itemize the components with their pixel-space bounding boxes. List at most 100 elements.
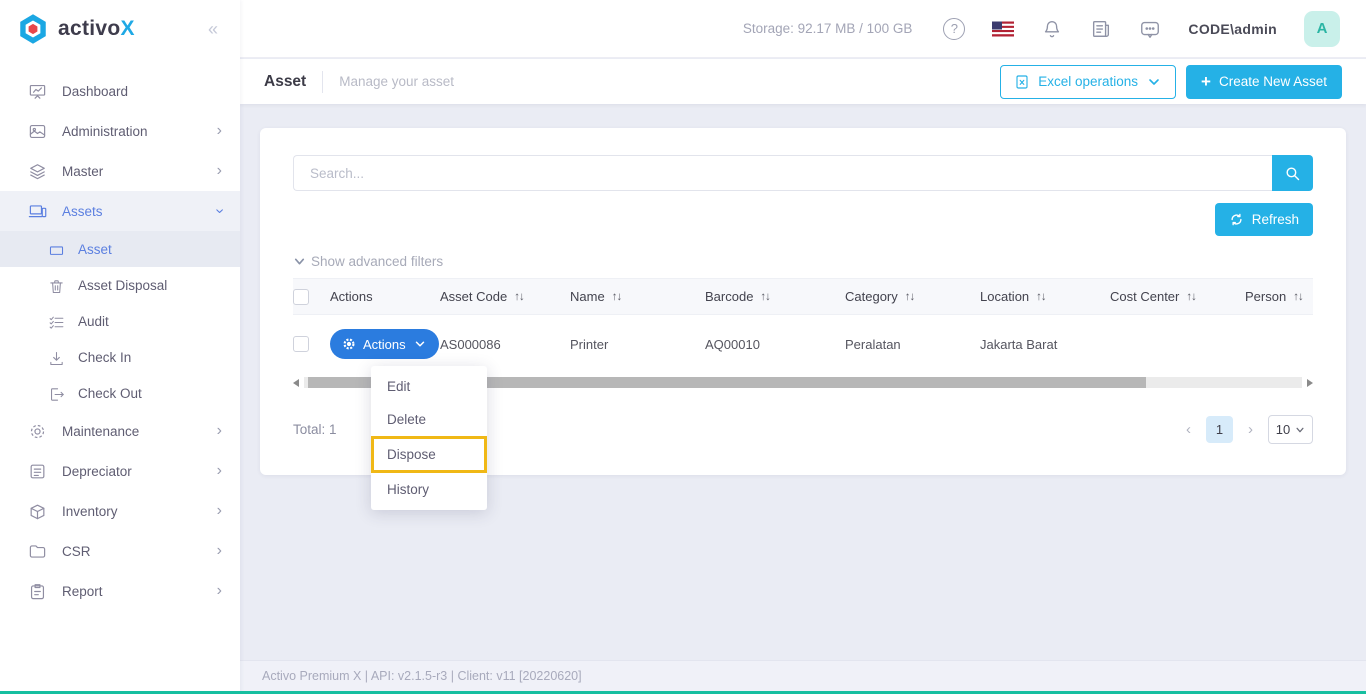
chat-icon[interactable] [1139,18,1161,40]
menu-item-delete[interactable]: Delete [371,403,487,436]
sidebar-nav: Dashboard Administration › Master › Asse… [0,71,240,611]
page-header-bar: Asset Manage your asset Excel operations… [240,59,1366,104]
sidebar-item-label: Check In [78,349,132,365]
sidebar-item-csr[interactable]: CSR › [0,531,240,571]
page-number[interactable]: 1 [1206,416,1233,443]
refresh-label: Refresh [1251,212,1299,227]
sidebar-item-label: Depreciator [62,463,132,479]
scroll-left-arrow-icon[interactable] [293,378,299,387]
sidebar-item-asset[interactable]: Asset [0,231,240,267]
excel-operations-button[interactable]: Excel operations [1000,64,1177,99]
brand-logo-text: activoX [58,17,135,40]
sort-icon[interactable]: ↑↓ [514,291,524,303]
header-location: Location ↑↓ [980,289,1047,304]
app-root: activoX « Dashboard Administration › Mas… [0,0,1366,694]
sidebar-item-assets[interactable]: Assets › [0,191,240,231]
table-row: Actions AS000086 Printer AQ00010 Peralat… [293,315,1313,373]
header-cost-center: Cost Center ↑↓ [1110,289,1197,304]
sidebar-item-label: Asset Disposal [78,277,168,293]
search-input[interactable] [293,155,1272,191]
logo-row: activoX « [0,0,240,58]
sidebar-item-asset-disposal[interactable]: Asset Disposal [0,267,240,303]
sidebar-item-label: Report [62,583,103,599]
cell-name: Printer [570,336,609,352]
gear-icon [343,338,355,350]
folder-icon [28,542,47,561]
chevron-down-icon [294,258,305,265]
row-actions-button[interactable]: Actions [330,329,439,359]
page-size-select[interactable]: 10 [1268,415,1313,444]
sort-icon[interactable]: ↑↓ [760,291,770,303]
chevron-right-icon: › [216,422,222,439]
refresh-button[interactable]: Refresh [1214,203,1313,236]
prev-page-icon[interactable]: ‹ [1186,421,1191,438]
gear-icon [28,422,47,441]
header-name: Name ↑↓ [570,289,622,304]
header-person: Person ↑↓ [1245,289,1304,304]
row-checkbox[interactable] [293,336,309,352]
sidebar-item-inventory[interactable]: Inventory › [0,491,240,531]
box-icon [28,502,47,521]
excel-operations-label: Excel operations [1038,74,1139,89]
header-asset-code: Asset Code ↑↓ [440,289,525,304]
header-actions: Actions [330,289,373,304]
select-all-checkbox[interactable] [293,288,309,305]
create-new-asset-button[interactable]: + Create New Asset [1186,64,1342,99]
dashboard-icon [28,82,47,101]
news-icon[interactable] [1090,18,1112,40]
search-button[interactable] [1272,155,1313,191]
asset-table: Actions Asset Code ↑↓ Name ↑↓ Barcode ↑↓ Ca… [293,278,1313,373]
footer-version-text: Activo Premium X | API: v2.1.5-r3 | Clie… [262,669,582,683]
storage-indicator: Storage: 92.17 MB / 100 GB [742,21,913,36]
refresh-row: Refresh [293,203,1313,236]
username[interactable]: CODE\admin [1188,21,1277,37]
sidebar-item-report[interactable]: Report › [0,571,240,611]
chevron-right-icon: › [216,462,222,479]
sidebar-collapse-icon[interactable]: « [208,19,224,40]
sidebar-item-label: Asset [78,241,112,257]
header-category: Category ↑↓ [845,289,915,304]
help-icon[interactable]: ? [943,17,966,40]
language-flag-icon[interactable] [992,18,1015,40]
actions-dropdown-menu: Edit Delete Dispose History [371,366,487,510]
chevron-right-icon: › [216,582,222,599]
cell-barcode: AQ00010 [705,336,760,352]
next-page-icon[interactable]: › [1248,421,1253,438]
sidebar-item-administration[interactable]: Administration › [0,111,240,151]
total-count: Total: 1 [293,422,337,437]
page-title: Asset [264,72,307,90]
bell-icon[interactable] [1041,18,1063,40]
sort-icon[interactable]: ↑↓ [1293,291,1303,303]
avatar[interactable]: A [1304,10,1340,47]
check-out-icon [48,385,65,402]
menu-item-edit[interactable]: Edit [371,370,487,403]
refresh-icon [1231,213,1242,226]
sidebar-item-check-in[interactable]: Check In [0,339,240,375]
table-header-row: Actions Asset Code ↑↓ Name ↑↓ Barcode ↑↓ Ca… [293,278,1313,315]
sort-icon[interactable]: ↑↓ [612,291,622,303]
sidebar-item-dashboard[interactable]: Dashboard [0,71,240,111]
scroll-right-arrow-icon[interactable] [1307,378,1313,387]
menu-item-dispose[interactable]: Dispose [371,436,487,473]
chevron-right-icon: › [216,162,222,179]
sidebar-item-check-out[interactable]: Check Out [0,375,240,411]
sort-icon[interactable]: ↑↓ [905,291,915,303]
document-icon [28,462,47,481]
sidebar-item-maintenance[interactable]: Maintenance › [0,411,240,451]
sort-icon[interactable]: ↑↓ [1186,291,1196,303]
sidebar-item-label: Master [62,163,104,179]
clipboard-icon [28,582,47,601]
menu-item-history[interactable]: History [371,473,487,506]
pagination: ‹ 1 › 10 [1186,415,1313,444]
sidebar-item-master[interactable]: Master › [0,151,240,191]
chevron-down-icon [1296,427,1304,432]
search-row [293,155,1313,191]
asset-icon [48,241,65,258]
sidebar-item-audit[interactable]: Audit [0,303,240,339]
header-barcode: Barcode ↑↓ [705,289,771,304]
sidebar-item-depreciator[interactable]: Depreciator › [0,451,240,491]
sort-icon[interactable]: ↑↓ [1036,291,1046,303]
advanced-filters-toggle[interactable]: Show advanced filters [293,254,443,269]
sidebar-item-label: CSR [62,543,91,559]
topbar: Storage: 92.17 MB / 100 GB ? CODE\admin … [240,0,1366,58]
